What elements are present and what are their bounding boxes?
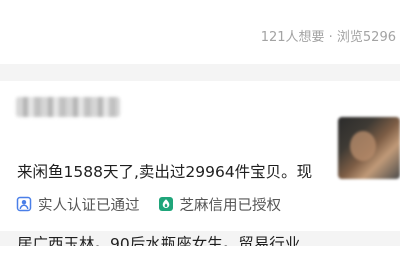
real-person-verified-label: 实人认证已通过 bbox=[38, 197, 140, 214]
sesame-credit-label: 芝麻信用已授权 bbox=[179, 197, 282, 214]
person-verified-icon bbox=[16, 196, 32, 212]
sesame-credit-badge[interactable]: 芝麻信用已授权 bbox=[158, 194, 282, 215]
sesame-credit-icon bbox=[158, 197, 173, 211]
item-info-card: 121人想要 · 浏览5296 bbox=[0, 0, 400, 64]
item-detail-page: 121人想要 · 浏览5296 来闲鱼1588天了,卖出过29964件宝贝。现 … bbox=[0, 0, 400, 254]
next-section-strip bbox=[0, 246, 400, 254]
seller-avatar[interactable] bbox=[338, 117, 400, 179]
seller-card[interactable]: 来闲鱼1588天了,卖出过29964件宝贝。现 居广西玉林。90后水瓶座女生。贸… bbox=[0, 81, 400, 253]
seller-name-blurred[interactable] bbox=[16, 97, 120, 117]
item-stats: 121人想要 · 浏览5296 bbox=[260, 30, 396, 45]
seller-bio-line-1: 来闲鱼1588天了,卖出过29964件宝贝。现 bbox=[17, 163, 313, 181]
real-person-verified-badge[interactable]: 实人认证已通过 bbox=[16, 194, 140, 215]
seller-badges: 实人认证已通过 芝麻信用已授权 bbox=[16, 193, 299, 215]
